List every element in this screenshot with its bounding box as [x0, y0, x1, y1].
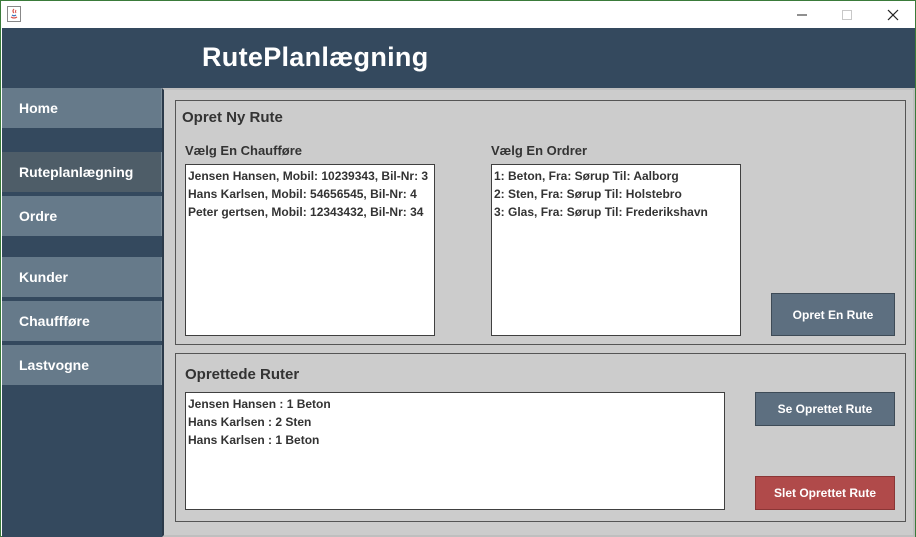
sidebar-item-chauffoere[interactable]: Chauffføre [2, 301, 162, 341]
list-item[interactable]: 3: Glas, Fra: Sørup Til: Frederikshavn [494, 203, 738, 221]
app-window: RutePlanlægning Home Ruteplanlægning Ord… [0, 0, 916, 537]
sidebar-item-lastvogne[interactable]: Lastvogne [2, 345, 162, 385]
app-body: RutePlanlægning Home Ruteplanlægning Ord… [2, 28, 915, 537]
close-icon[interactable] [870, 1, 916, 28]
title-bar[interactable] [1, 1, 915, 28]
list-item[interactable]: Peter gertsen, Mobil: 12343432, Bil-Nr: … [188, 203, 432, 221]
list-item[interactable]: Jensen Hansen, Mobil: 10239343, Bil-Nr: … [188, 167, 432, 185]
view-route-button[interactable]: Se Oprettet Rute [755, 392, 895, 426]
list-item[interactable]: Hans Karlsen, Mobil: 54656545, Bil-Nr: 4 [188, 185, 432, 203]
minimize-icon[interactable] [779, 1, 825, 28]
list-item[interactable]: Hans Karlsen : 1 Beton [188, 431, 722, 449]
created-routes-title: Oprettede Ruter [185, 366, 300, 383]
new-route-title: Opret Ny Rute [182, 109, 283, 126]
content-area: Opret Ny Rute Vælg En Chaufføre Jensen H… [162, 88, 915, 537]
list-item[interactable]: 2: Sten, Fra: Sørup Til: Holstebro [494, 185, 738, 203]
driver-label: Vælg En Chaufføre [185, 143, 303, 158]
order-list[interactable]: 1: Beton, Fra: Sørup Til: Aalborg 2: Ste… [491, 164, 741, 336]
list-item[interactable]: Hans Karlsen : 2 Sten [188, 413, 722, 431]
sidebar-item-ordre[interactable]: Ordre [2, 196, 162, 236]
list-item[interactable]: 1: Beton, Fra: Sørup Til: Aalborg [494, 167, 738, 185]
page-title: RutePlanlægning [202, 42, 429, 72]
maximize-icon[interactable] [824, 1, 870, 28]
create-route-button[interactable]: Opret En Rute [771, 293, 895, 336]
sidebar-item-ruteplanlaegning[interactable]: Ruteplanlægning [2, 152, 162, 192]
new-route-panel: Opret Ny Rute Vælg En Chaufføre Jensen H… [175, 100, 906, 345]
order-label: Vælg En Ordrer [491, 143, 588, 158]
java-icon [7, 6, 21, 22]
created-routes-panel: Oprettede Ruter Jensen Hansen : 1 Beton … [175, 353, 906, 522]
created-routes-list[interactable]: Jensen Hansen : 1 Beton Hans Karlsen : 2… [185, 392, 725, 510]
sidebar-item-home[interactable]: Home [2, 88, 162, 128]
list-item[interactable]: Jensen Hansen : 1 Beton [188, 395, 722, 413]
delete-route-button[interactable]: Slet Oprettet Rute [755, 476, 895, 510]
driver-list[interactable]: Jensen Hansen, Mobil: 10239343, Bil-Nr: … [185, 164, 435, 336]
sidebar-item-kunder[interactable]: Kunder [2, 257, 162, 297]
